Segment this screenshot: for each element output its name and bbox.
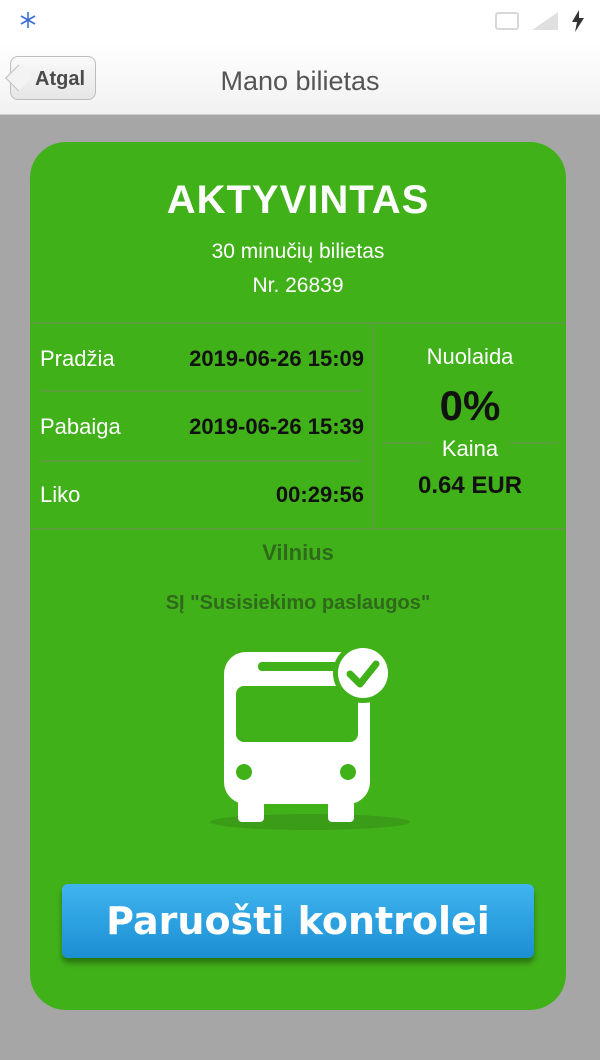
price-value: 0.64 EUR — [417, 472, 523, 499]
divider — [40, 390, 362, 392]
discount-label: Nuolaida — [426, 344, 514, 369]
divider — [30, 528, 566, 530]
ticket-status: AKTYVINTAS — [166, 178, 430, 222]
ticket-number: Nr. 26839 — [252, 274, 344, 297]
remaining-label: Liko — [40, 482, 81, 507]
end-label: Pabaiga — [40, 414, 121, 439]
city-name: Vilnius — [262, 540, 334, 565]
ticket-type: 30 minučių bilietas — [211, 240, 385, 263]
page-title: Mano bilietas — [220, 66, 380, 96]
battery-icon — [572, 10, 584, 32]
discount-value: 0% — [439, 382, 501, 429]
end-value: 2019-06-26 15:39 — [189, 414, 364, 439]
start-value: 2019-06-26 15:09 — [189, 346, 364, 371]
signal-icon — [532, 12, 558, 30]
ticket-card: AKTYVINTAS 30 minučių bilietas Nr. 26839… — [30, 142, 566, 1010]
divider — [40, 460, 362, 462]
price-label: Kaina — [430, 436, 510, 462]
status-bar — [0, 0, 600, 44]
operator-name: SĮ "Susisiekimo paslaugos" — [165, 592, 431, 614]
cast-icon — [495, 12, 519, 30]
remaining-value: 00:29:56 — [275, 482, 364, 507]
status-icons — [494, 8, 586, 34]
nav-bar: Atgal Mano bilietas — [0, 44, 600, 115]
start-label: Pradžia — [40, 346, 115, 371]
snowflake-notification-icon — [20, 12, 36, 28]
divider — [30, 322, 566, 324]
prepare-for-inspection-button[interactable]: Paruošti kontrolei — [62, 884, 534, 958]
bus-validated-icon — [210, 643, 410, 830]
